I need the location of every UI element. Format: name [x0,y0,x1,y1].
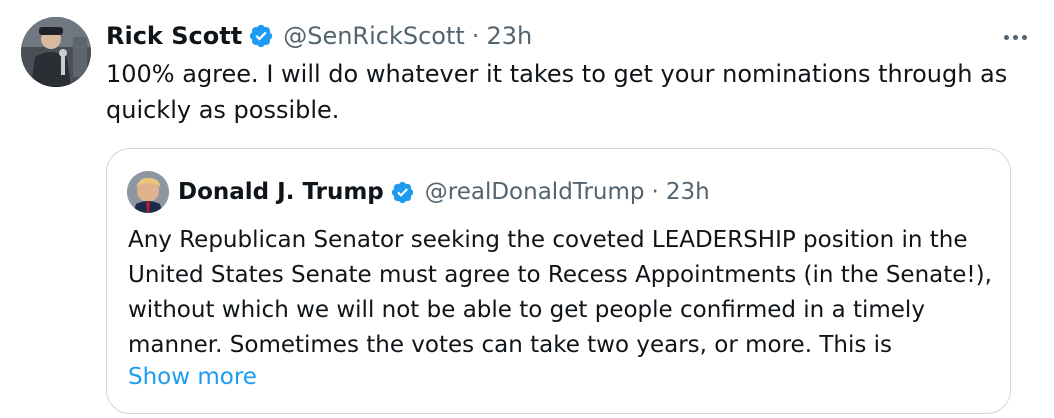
quoted-tweet-text: Any Republican Senator seeking the covet… [128,227,992,358]
author-handle[interactable]: @SenRickScott [283,18,465,54]
separator-dot: · [471,22,480,50]
tweet-text: 100% agree. I will do whatever it takes … [106,60,1008,124]
author-avatar[interactable] [21,17,91,87]
more-options-icon[interactable] [1000,30,1030,44]
quoted-tweet-timestamp[interactable]: 23h [666,179,710,205]
quoted-author-avatar[interactable] [127,171,169,213]
quoted-tweet-header: Donald J. Trump @realDonaldTrump · 23h [178,175,710,209]
tweet[interactable]: Rick Scott @SenRickScott · 23h 100% agre… [0,0,1054,418]
tweet-timestamp[interactable]: 23h [486,18,532,54]
quoted-author-name[interactable]: Donald J. Trump [178,179,384,205]
quoted-author-handle[interactable]: @realDonaldTrump [425,179,645,205]
verified-badge-icon [248,23,274,49]
verified-badge-icon [390,180,415,205]
quoted-tweet[interactable]: Donald J. Trump @realDonaldTrump · 23h A… [106,148,1011,414]
tweet-header: Rick Scott @SenRickScott · 23h [106,18,532,54]
author-name[interactable]: Rick Scott [106,18,242,54]
show-more-link[interactable]: Show more [128,360,257,395]
separator-dot: · [651,179,659,205]
